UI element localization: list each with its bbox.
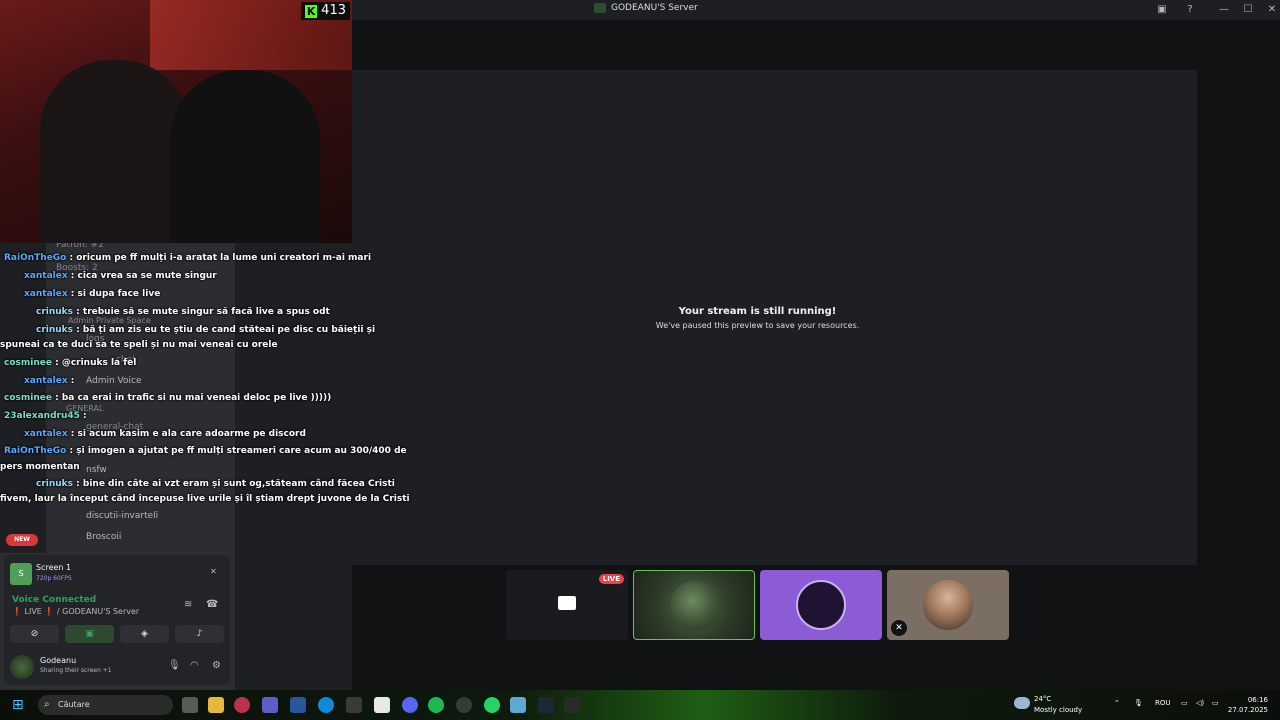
activity-icon[interactable]: ◈ (120, 625, 169, 643)
chat-message: xantalex : cica vrea sa se mute singur (24, 271, 217, 281)
whatsapp-icon[interactable] (484, 697, 500, 713)
network-icon[interactable]: ▭ (1181, 699, 1188, 707)
notepad-icon[interactable] (510, 697, 526, 713)
search-box[interactable]: ⌕ Căutare (38, 695, 173, 715)
headphones-icon[interactable]: ◠ (190, 660, 199, 671)
microphone-tray-icon[interactable]: 🎙 (1134, 699, 1143, 707)
teams-icon[interactable] (262, 697, 278, 713)
language-indicator[interactable]: ROU (1155, 699, 1171, 707)
participant-tile-1[interactable] (633, 570, 755, 640)
opera-icon[interactable] (234, 697, 250, 713)
user-name: Godeanu (40, 656, 77, 665)
voice-status[interactable]: Voice Connected (12, 595, 96, 605)
search-icon: ⌕ (44, 699, 50, 710)
screen-quality: 720p 60FPS (36, 575, 72, 582)
discord-icon[interactable] (402, 697, 418, 713)
screen-name: Screen 1 (36, 563, 72, 572)
server-icon (594, 3, 606, 13)
live-badge: LIVE (598, 574, 624, 584)
voice-broscoii[interactable]: Broscoii (86, 532, 121, 542)
screen-thumbnail: S (10, 563, 32, 585)
avatar (796, 580, 846, 630)
channel-discutii[interactable]: discutii-invarteli (86, 511, 158, 521)
user-status: Sharing their screen +1 (40, 667, 112, 674)
new-badge[interactable]: NEW (6, 534, 38, 546)
inbox-icon[interactable]: ▣ (1154, 2, 1170, 18)
streamer-right (170, 70, 320, 243)
channel-nsfw[interactable]: nsfw (86, 465, 107, 475)
avatar (670, 581, 720, 631)
preview-title: Your stream is still running! (678, 306, 837, 317)
chat-message: cosminee : ba ca erai in trafic si nu ma… (4, 393, 332, 403)
weather-temp: 24°C (1034, 695, 1052, 703)
help-icon[interactable]: ? (1182, 2, 1198, 18)
viewer-count: K 413 (301, 2, 350, 20)
chevron-up-icon[interactable]: ⌃ (1114, 699, 1120, 707)
deafened-icon: ✕ (891, 620, 907, 636)
streamer-left (40, 60, 190, 243)
windows-start-icon[interactable]: ⊞ (12, 698, 26, 712)
discord-window: Patron: #2 Boosts: 2 Admin Private Space… (0, 0, 1280, 690)
webcam-overlay: K 413 (0, 0, 352, 243)
avatar[interactable] (10, 655, 34, 679)
app-icon[interactable] (346, 697, 362, 713)
close-button[interactable]: ✕ (1264, 2, 1280, 18)
participant-tile-3[interactable]: ✕ (887, 570, 1009, 640)
file-explorer-icon[interactable] (208, 697, 224, 713)
microphone-icon[interactable]: 🎙 (168, 660, 181, 671)
app-icon-2[interactable] (564, 697, 580, 713)
task-view-icon[interactable] (182, 697, 198, 713)
chat-message: 23alexandru45 : (4, 411, 87, 421)
gear-icon[interactable]: ⚙ (212, 660, 221, 671)
voice-admin[interactable]: Admin Voice (86, 376, 142, 386)
spotify-icon[interactable] (428, 697, 444, 713)
word-icon[interactable] (290, 697, 306, 713)
chat-message: RaiOnTheGo : oricum pe ff mulți i-a arat… (4, 253, 372, 263)
chat-message: crinuks : bine din câte ai vzt eram și s… (36, 479, 395, 489)
obs-icon[interactable] (456, 697, 472, 713)
stream-preview[interactable]: Your stream is still running! We've paus… (318, 70, 1197, 565)
participant-tile-2[interactable] (760, 570, 882, 640)
stop-stream-icon[interactable]: ✕ (210, 567, 222, 577)
windows-taskbar: ⊞ ⌕ Căutare 24°C Mostly cloudy ⌃ 🎙 ROU ▭… (0, 690, 1280, 720)
maximize-button[interactable]: ☐ (1240, 2, 1256, 18)
camera-off-icon[interactable]: ⊘ (10, 625, 59, 643)
user-panel: S Screen 1 720p 60FPS ✕ Voice Connected … (4, 555, 230, 685)
title-bar: GODEANU'S Server ▣ ? — ☐ ✕ (352, 0, 1280, 20)
chat-message: crinuks : bă ți am zis eu te știu de can… (36, 325, 376, 335)
server-title: GODEANU'S Server (594, 3, 698, 13)
minimize-button[interactable]: — (1216, 2, 1232, 18)
chat-message: fivem, laur la început când începuse liv… (0, 494, 410, 504)
chat-message: spuneai ca te duci sa te speli și nu mai… (0, 340, 278, 350)
chat-message: pers momentan (0, 462, 80, 472)
disconnect-icon[interactable]: ☎ (206, 599, 218, 610)
share-screen-icon[interactable]: ▣ (65, 625, 114, 643)
user-row[interactable]: Godeanu Sharing their screen +1 🎙 ◠ ⚙ (10, 653, 224, 681)
noise-suppression-icon[interactable]: ≋ (184, 599, 192, 610)
chat-message: xantalex : si dupa face live (24, 289, 161, 299)
steam-icon[interactable] (538, 697, 554, 713)
soundboard-icon[interactable]: ♪ (175, 625, 224, 643)
chat-message: xantalex : si acum kasim e ala care adoa… (24, 429, 306, 439)
volume-icon[interactable]: ◁) (1196, 699, 1204, 707)
monitor-icon (558, 596, 576, 610)
screen-share-tile[interactable]: LIVE (506, 570, 628, 640)
battery-icon[interactable]: ▭ (1212, 699, 1219, 707)
preview-subtitle: We've paused this preview to save your r… (655, 321, 860, 330)
screen-share-row[interactable]: S Screen 1 720p 60FPS ✕ (10, 561, 224, 587)
store-icon[interactable] (374, 697, 390, 713)
chat-message: RaiOnTheGo : și imogen a ajutat pe ff mu… (4, 446, 407, 456)
cloud-icon (1014, 697, 1030, 709)
kick-icon: K (305, 4, 318, 18)
weather-widget[interactable]: 24°C Mostly cloudy (1014, 693, 1104, 717)
avatar (923, 580, 973, 630)
edge-icon[interactable] (318, 697, 334, 713)
chat-message: crinuks : trebuie să se mute singur să f… (36, 307, 330, 317)
voice-controls: ⊘ ▣ ◈ ♪ (10, 625, 224, 643)
clock[interactable]: 06:16 27.07.2025 (1226, 695, 1268, 715)
chat-message: xantalex : (24, 376, 75, 386)
chat-message: cosminee : @crinuks la fel (4, 358, 137, 368)
voice-channel[interactable]: ❗ LIVE ❗ / GODEANU'S Server (12, 607, 139, 616)
weather-desc: Mostly cloudy (1034, 706, 1083, 714)
